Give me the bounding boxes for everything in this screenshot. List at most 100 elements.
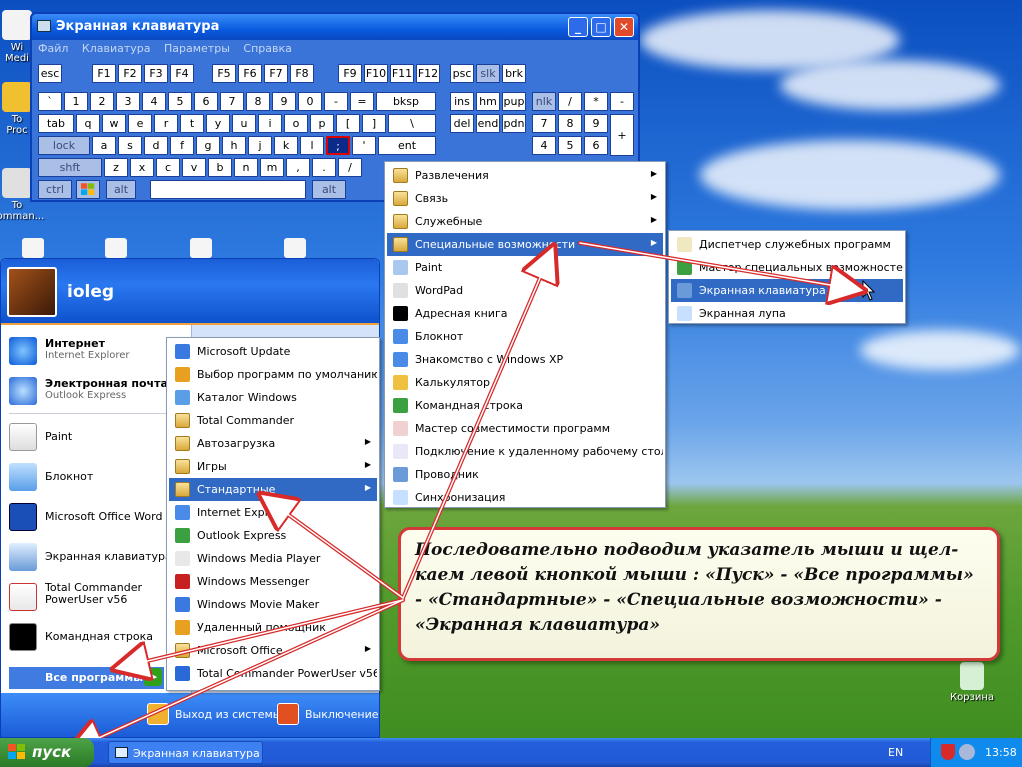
key-row3-15[interactable]: end (476, 114, 500, 133)
key-row1-7[interactable]: F7 (264, 64, 288, 83)
key-row2-3[interactable]: 3 (116, 92, 140, 111)
prog-item-4[interactable]: Автозагрузка ▶ (169, 432, 377, 455)
close-button[interactable]: ✕ (614, 17, 634, 37)
key-row1-2[interactable]: F2 (118, 64, 142, 83)
security-shield-icon[interactable] (941, 744, 955, 760)
key-row6-2[interactable]: alt (312, 180, 346, 199)
key-row3-9[interactable]: o (284, 114, 308, 133)
logoff-button[interactable]: Выход из системы (147, 703, 281, 727)
acc-item-8[interactable]: Знакомство с Windows XP (387, 348, 663, 371)
prog-item-2[interactable]: Каталог Windows (169, 386, 377, 409)
key-row4-11[interactable]: ' (352, 136, 376, 155)
key-row3-13[interactable]: \ (388, 114, 436, 133)
key-row4-10[interactable]: ; (326, 136, 350, 155)
key-row3-7[interactable]: u (232, 114, 256, 133)
key-row1-8[interactable]: F8 (290, 64, 314, 83)
key-row4-12[interactable]: ent (378, 136, 436, 155)
key-row4-4[interactable]: f (170, 136, 194, 155)
shutdown-button[interactable]: Выключение (277, 703, 379, 727)
start-button[interactable]: пуск (0, 738, 94, 767)
acc-item-1[interactable]: Связь ▶ (387, 187, 663, 210)
acc-item-6[interactable]: Адресная книга (387, 302, 663, 325)
prog-item-11[interactable]: Windows Movie Maker (169, 593, 377, 616)
all-programs-button[interactable]: Все программы ▶ (9, 667, 164, 689)
prog-item-12[interactable]: Удаленный помощник (169, 616, 377, 639)
acs-item-0[interactable]: Диспетчер служебных программ (671, 233, 903, 256)
key-row3-4[interactable]: r (154, 114, 178, 133)
key-row5-5[interactable]: b (208, 158, 232, 177)
key-row4-5[interactable]: g (196, 136, 220, 155)
key-row2-11[interactable]: - (324, 92, 348, 111)
key-row2-5[interactable]: 5 (168, 92, 192, 111)
key-row6-1[interactable]: alt (106, 180, 136, 199)
key-row3-14[interactable]: del (450, 114, 474, 133)
acc-item-2[interactable]: Служебные ▶ (387, 210, 663, 233)
prog-item-7[interactable]: Internet Explorer (169, 501, 377, 524)
recent-paint[interactable]: Paint (7, 419, 187, 455)
recent-word[interactable]: Microsoft Office Word 20 (7, 499, 187, 535)
key-row1-6[interactable]: F6 (238, 64, 262, 83)
key-row2-8[interactable]: 8 (246, 92, 270, 111)
key-row5-6[interactable]: n (234, 158, 258, 177)
language-indicator[interactable]: EN (888, 746, 903, 759)
key-row4-8[interactable]: k (274, 136, 298, 155)
prog-item-14[interactable]: Total Commander PowerUser v56 (169, 662, 377, 685)
acc-item-13[interactable]: Проводник (387, 463, 663, 486)
menu-help[interactable]: Справка (243, 42, 291, 55)
key-row3-5[interactable]: t (180, 114, 204, 133)
key-row3-20[interactable]: + (610, 114, 634, 156)
prog-item-1[interactable]: Выбор программ по умолчанию (169, 363, 377, 386)
acc-item-9[interactable]: Калькулятор (387, 371, 663, 394)
key-row5-7[interactable]: m (260, 158, 284, 177)
minimize-button[interactable]: _ (568, 17, 588, 37)
acc-item-5[interactable]: WordPad (387, 279, 663, 302)
key-row2-9[interactable]: 9 (272, 92, 296, 111)
taskbar-item-osk[interactable]: Экранная клавиатура (108, 741, 263, 764)
key-row6-0[interactable]: ctrl (38, 180, 72, 199)
key-row5-8[interactable]: , (286, 158, 310, 177)
recent-cmd[interactable]: Командная строка (7, 619, 187, 655)
recent-notepad[interactable]: Блокнот (7, 459, 187, 495)
key-row3-12[interactable]: ] (362, 114, 386, 133)
key-row3-18[interactable]: 8 (558, 114, 582, 133)
prog-item-5[interactable]: Игры ▶ (169, 455, 377, 478)
key-row1-1[interactable]: F1 (92, 64, 116, 83)
key-row3-3[interactable]: e (128, 114, 152, 133)
key-row1-9[interactable]: F9 (338, 64, 362, 83)
acc-item-0[interactable]: Развлечения ▶ (387, 164, 663, 187)
acc-item-10[interactable]: Командная строка (387, 394, 663, 417)
key-row2-18[interactable]: / (558, 92, 582, 111)
acc-item-7[interactable]: Блокнот (387, 325, 663, 348)
acc-item-11[interactable]: Мастер совместимости программ (387, 417, 663, 440)
acc-item-3[interactable]: Специальные возможности ▶ (387, 233, 663, 256)
key-row4-13[interactable]: 4 (532, 136, 556, 155)
key-row3-10[interactable]: p (310, 114, 334, 133)
key-row1-11[interactable]: F11 (390, 64, 414, 83)
acs-item-1[interactable]: Мастер специальных возможностей (671, 256, 903, 279)
prog-item-10[interactable]: Windows Messenger (169, 570, 377, 593)
acc-item-4[interactable]: Paint (387, 256, 663, 279)
key-row2-17[interactable]: nlk (532, 92, 556, 111)
key-row3-17[interactable]: 7 (532, 114, 556, 133)
menu-keyboard[interactable]: Клавиатура (82, 42, 151, 55)
key-row2-16[interactable]: pup (502, 92, 526, 111)
prog-item-6[interactable]: Стандартные ▶ (169, 478, 377, 501)
key-row4-15[interactable]: 6 (584, 136, 608, 155)
key-row2-4[interactable]: 4 (142, 92, 166, 111)
menu-file[interactable]: Файл (38, 42, 68, 55)
key-row1-13[interactable]: psc (450, 64, 474, 83)
key-row4-9[interactable]: l (300, 136, 324, 155)
key-row1-4[interactable]: F4 (170, 64, 194, 83)
key-row4-14[interactable]: 5 (558, 136, 582, 155)
desktop-icon-recycle[interactable]: Корзина (937, 662, 1007, 703)
key-row3-1[interactable]: q (76, 114, 100, 133)
key-row2-20[interactable]: - (610, 92, 634, 111)
maximize-button[interactable]: □ (591, 17, 611, 37)
key-row4-0[interactable]: lock (38, 136, 90, 155)
key-row2-7[interactable]: 7 (220, 92, 244, 111)
prog-item-9[interactable]: Windows Media Player (169, 547, 377, 570)
key-row1-14[interactable]: slk (476, 64, 500, 83)
key-row1-0[interactable]: esc (38, 64, 62, 83)
prog-item-0[interactable]: Microsoft Update (169, 340, 377, 363)
key-row5-3[interactable]: c (156, 158, 180, 177)
